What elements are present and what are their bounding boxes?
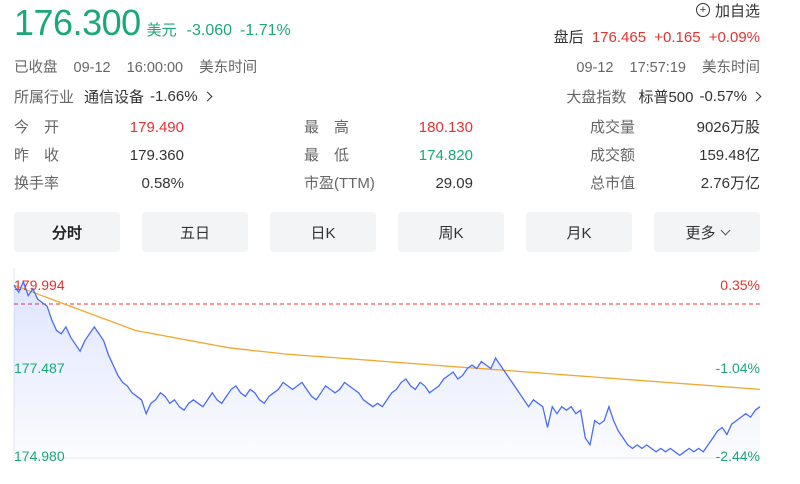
close-date: 09-12 bbox=[73, 60, 111, 76]
industry-change: -1.66% bbox=[150, 88, 198, 105]
index-name: 标普500 bbox=[638, 89, 694, 106]
after-timezone: 美东时间 bbox=[702, 60, 760, 76]
tab-more-label: 更多 bbox=[685, 224, 716, 242]
stat-label: 总市值 bbox=[590, 175, 636, 192]
tab-five-day[interactable]: 五日 bbox=[142, 212, 248, 252]
index-change: -0.57% bbox=[699, 88, 747, 105]
stat-volume: 成交量 9026万股 bbox=[590, 117, 760, 139]
y-tick-left-low: 174.980 bbox=[14, 448, 65, 464]
stat-market-cap: 总市值 2.76万亿 bbox=[590, 173, 760, 195]
after-hours-pct: +0.09% bbox=[708, 29, 760, 46]
stat-label: 成交量 bbox=[590, 119, 636, 136]
stat-low: 最 低 174.820 bbox=[304, 145, 473, 167]
stat-label: 换手率 bbox=[14, 175, 60, 192]
tab-daily-k[interactable]: 日K bbox=[270, 212, 376, 252]
y-tick-right-mid: -1.04% bbox=[716, 360, 760, 376]
price-header: 176.300 美元 -3.060 -1.71% bbox=[14, 2, 291, 43]
y-tick-right-high: 0.35% bbox=[720, 277, 760, 293]
after-hours-price: 176.465 bbox=[591, 29, 647, 46]
close-time: 16:00:00 bbox=[126, 60, 184, 76]
stat-open: 今 开 179.490 bbox=[14, 117, 184, 139]
after-date: 09-12 bbox=[576, 60, 614, 76]
stat-value: 9026万股 bbox=[696, 119, 760, 136]
stat-label: 今 开 bbox=[14, 119, 60, 136]
tab-monthly-k[interactable]: 月K bbox=[526, 212, 632, 252]
stat-pe: 市盈(TTM) 29.09 bbox=[304, 173, 473, 195]
y-tick-left-high: 179.994 bbox=[14, 277, 65, 293]
chart-tabs: 分时 五日 日K 周K 月K 更多 bbox=[14, 212, 762, 252]
plus-circle-icon: + bbox=[695, 3, 710, 17]
index-link[interactable]: 大盘指数 标普500 -0.57% bbox=[566, 86, 762, 107]
stat-prev-close: 昨 收 179.360 bbox=[14, 145, 184, 167]
stat-label: 成交额 bbox=[590, 147, 636, 164]
price-change: -3.060 bbox=[186, 22, 233, 39]
price-change-pct: -1.71% bbox=[240, 22, 291, 39]
stat-value: 179.490 bbox=[129, 119, 184, 136]
add-to-watchlist-button[interactable]: + 加自选 bbox=[695, 0, 760, 20]
y-tick-left-mid: 177.487 bbox=[14, 360, 65, 376]
chevron-down-icon bbox=[720, 225, 730, 235]
stat-label: 市盈(TTM) bbox=[304, 175, 375, 192]
industry-label: 所属行业 bbox=[14, 89, 75, 106]
stat-label: 最 低 bbox=[304, 147, 350, 164]
last-price: 176.300 bbox=[14, 2, 141, 43]
stat-turnover-rate: 换手率 0.58% bbox=[14, 173, 184, 195]
after-hours-quote: 盘后 176.465 +0.165 +0.09% bbox=[554, 26, 760, 47]
stat-turnover: 成交额 159.48亿 bbox=[590, 145, 760, 167]
intraday-chart[interactable]: 179.994 177.487 174.980 0.35% -1.04% -2.… bbox=[0, 262, 800, 484]
stat-high: 最 高 180.130 bbox=[304, 117, 473, 139]
stat-value: 0.58% bbox=[141, 175, 184, 192]
timezone: 美东时间 bbox=[199, 60, 258, 76]
stat-label: 昨 收 bbox=[14, 147, 60, 164]
stat-value: 2.76万亿 bbox=[700, 175, 760, 192]
stat-value: 179.360 bbox=[129, 147, 184, 164]
tab-more[interactable]: 更多 bbox=[654, 212, 760, 252]
status-text: 已收盘 bbox=[14, 60, 58, 76]
industry-link[interactable]: 所属行业 通信设备 -1.66% bbox=[14, 86, 213, 107]
market-status: 已收盘 09-12 16:00:00 美东时间 bbox=[14, 56, 257, 77]
after-hours-label: 盘后 bbox=[553, 29, 584, 46]
stat-value: 159.48亿 bbox=[699, 147, 760, 164]
index-label: 大盘指数 bbox=[566, 89, 627, 106]
y-tick-right-low: -2.44% bbox=[716, 448, 760, 464]
price-area bbox=[14, 281, 760, 456]
after-time-value: 17:57:19 bbox=[629, 60, 686, 76]
stat-value: 180.130 bbox=[418, 119, 473, 136]
stat-value: 174.820 bbox=[418, 147, 473, 164]
after-hours-change: +0.165 bbox=[654, 29, 701, 46]
tab-intraday[interactable]: 分时 bbox=[14, 212, 120, 252]
stat-label: 最 高 bbox=[304, 119, 350, 136]
average-price-line bbox=[13, 284, 761, 391]
currency-label: 美元 bbox=[146, 22, 177, 39]
chevron-right-icon bbox=[751, 91, 762, 102]
stat-value: 29.09 bbox=[435, 175, 473, 192]
watchlist-label: 加自选 bbox=[714, 2, 760, 20]
after-hours-time: 09-12 17:57:19 美东时间 bbox=[564, 56, 760, 77]
industry-name: 通信设备 bbox=[84, 89, 145, 106]
tab-weekly-k[interactable]: 周K bbox=[398, 212, 504, 252]
chevron-right-icon bbox=[202, 91, 213, 102]
